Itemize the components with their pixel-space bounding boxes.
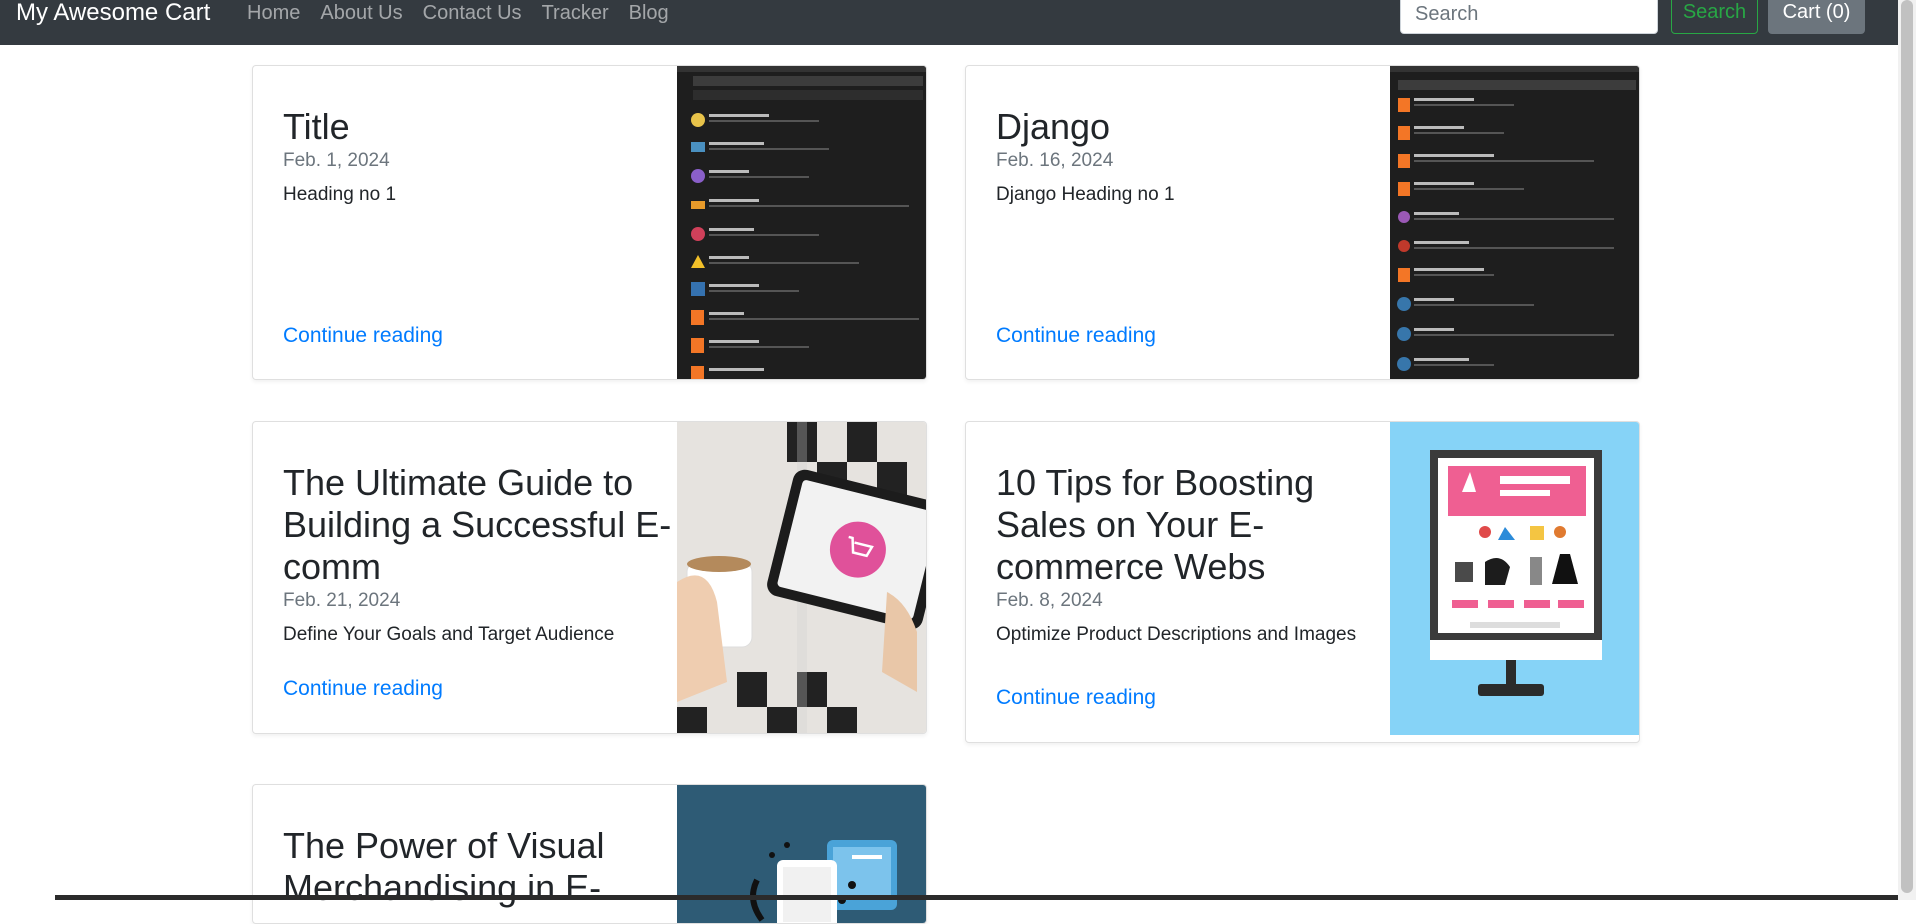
card-body: 10 Tips for Boosting Sales on Your E-com… <box>996 462 1386 650</box>
blog-card: The Ultimate Guide to Building a Success… <box>252 421 927 734</box>
search-button[interactable]: Search <box>1671 0 1758 34</box>
nav-links: Home About Us Contact Us Tracker Blog <box>247 0 669 28</box>
blog-card: The Power of Visual Merchandising in E- <box>252 784 927 924</box>
post-thumbnail[interactable] <box>1390 422 1639 735</box>
card-body: Title Feb. 1, 2024 Heading no 1 <box>283 106 673 210</box>
post-date: Feb. 1, 2024 <box>283 150 390 171</box>
brand-logo[interactable]: My Awesome Cart <box>16 0 210 28</box>
nav-link-home[interactable]: Home <box>247 0 300 28</box>
horizontal-scrollbar-gap <box>0 895 55 900</box>
card-body: The Ultimate Guide to Building a Success… <box>283 462 673 650</box>
post-thumbnail[interactable] <box>1390 66 1639 379</box>
post-heading: Define Your Goals and Target Audience <box>283 624 615 645</box>
card-body: Django Feb. 16, 2024 Django Heading no 1 <box>996 106 1386 210</box>
blog-card: 10 Tips for Boosting Sales on Your E-com… <box>965 421 1640 743</box>
vscode-python-extensions-image <box>1390 66 1639 379</box>
post-heading: Optimize Product Descriptions and Images <box>996 624 1357 645</box>
continue-reading-link[interactable]: Continue reading <box>996 686 1156 710</box>
navbar: My Awesome Cart Home About Us Contact Us… <box>0 0 1898 45</box>
nav-link-about[interactable]: About Us <box>320 0 402 28</box>
nav-link-blog[interactable]: Blog <box>629 0 669 28</box>
post-heading: Django Heading no 1 <box>996 184 1175 205</box>
blog-card: Title Feb. 1, 2024 Heading no 1 Continue… <box>252 65 927 380</box>
blog-card: Django Feb. 16, 2024 Django Heading no 1… <box>965 65 1640 380</box>
continue-reading-link[interactable]: Continue reading <box>996 324 1156 348</box>
mobile-shopping-image <box>677 785 926 923</box>
horizontal-scrollbar[interactable] <box>0 895 1898 900</box>
post-title: 10 Tips for Boosting Sales on Your E-com… <box>996 462 1315 587</box>
vscode-extensions-image <box>677 66 926 379</box>
search-input[interactable] <box>1400 0 1658 34</box>
scrollbar-thumb[interactable] <box>1901 0 1913 893</box>
post-heading: Heading no 1 <box>283 184 397 205</box>
post-title: Django <box>996 106 1111 147</box>
continue-reading-link[interactable]: Continue reading <box>283 677 443 701</box>
post-thumbnail[interactable] <box>677 422 926 733</box>
post-thumbnail[interactable] <box>677 66 926 379</box>
ecommerce-monitor-image <box>1390 422 1639 735</box>
post-date: Feb. 21, 2024 <box>283 590 401 611</box>
post-title: The Ultimate Guide to Building a Success… <box>283 462 672 587</box>
cart-button[interactable]: Cart (0) <box>1768 0 1865 34</box>
post-date: Feb. 16, 2024 <box>996 150 1114 171</box>
post-date: Feb. 8, 2024 <box>996 590 1103 611</box>
tablet-shopping-photo <box>677 422 926 733</box>
continue-reading-link[interactable]: Continue reading <box>283 324 443 348</box>
nav-link-tracker[interactable]: Tracker <box>542 0 609 28</box>
post-thumbnail[interactable] <box>677 785 926 923</box>
nav-link-contact[interactable]: Contact Us <box>423 0 522 28</box>
post-title: Title <box>283 106 350 147</box>
